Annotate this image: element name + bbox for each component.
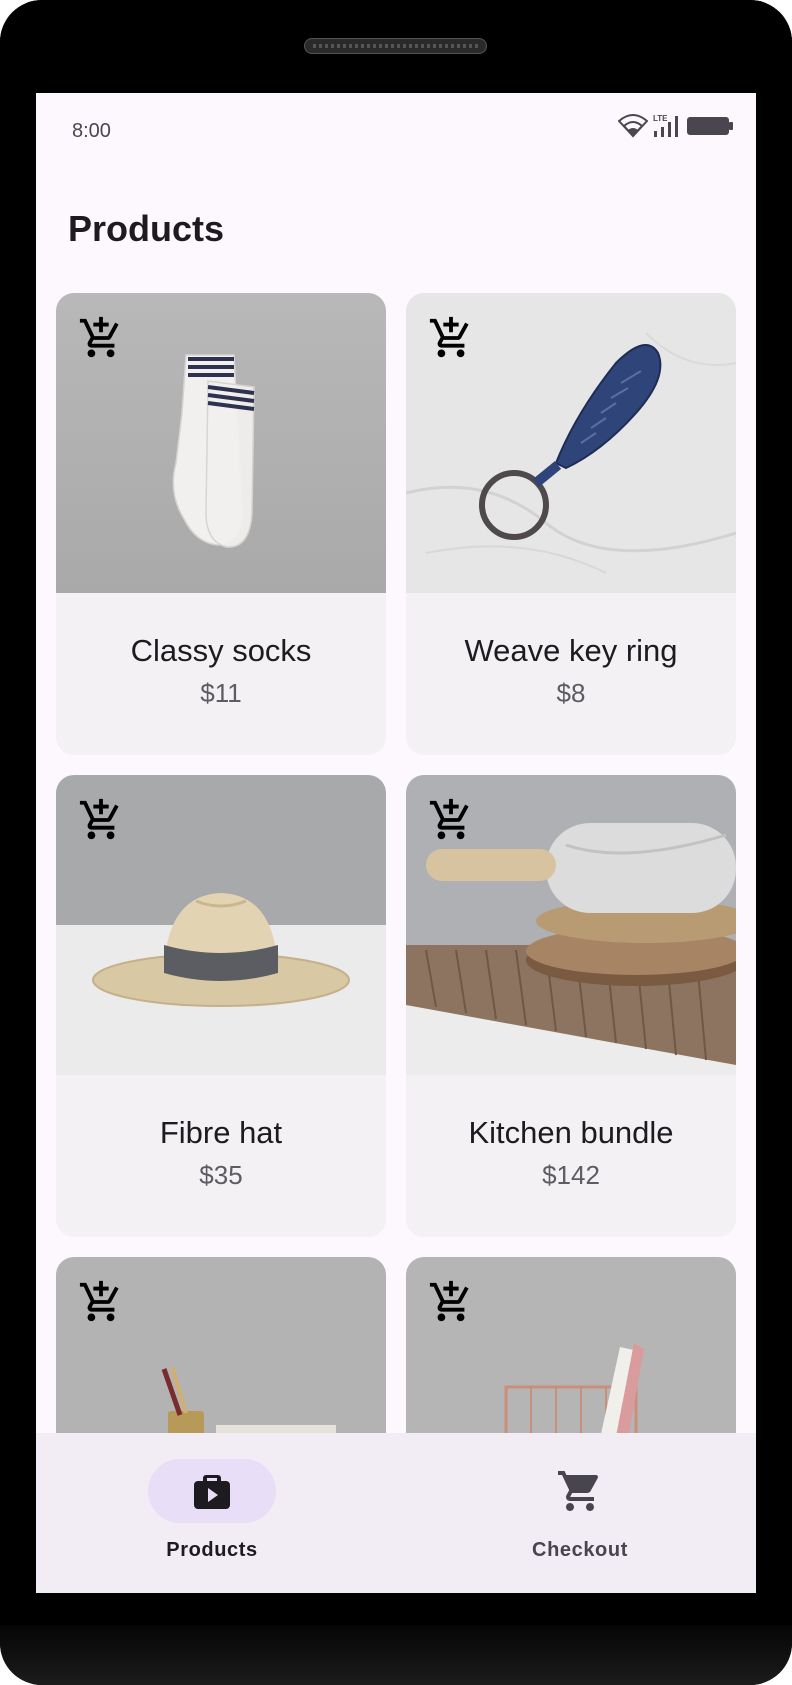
nav-item-products[interactable]: Products [36,1433,396,1593]
status-icons: LTE [618,113,734,139]
device-bottom-bezel [0,1625,792,1685]
network-type-label: LTE [653,114,668,123]
product-price: $8 [556,678,586,708]
shopping-cart-icon [558,1471,599,1511]
add-shopping-cart-icon[interactable] [78,315,124,361]
product-name: Classy socks [130,633,312,668]
nav-item-checkout[interactable]: Checkout [404,1433,756,1593]
product-name: Weave key ring [464,633,678,668]
status-bar: 8:00 LTE [36,93,756,165]
product-name: Fibre hat [159,1115,283,1150]
earpiece-speaker [304,38,487,54]
product-card[interactable]: Fibre hat $35 [56,775,386,1237]
app-screen: 8:00 LTE Products Classy socks $11 Weave… [36,93,756,1593]
add-shopping-cart-icon[interactable] [78,1279,124,1325]
add-shopping-cart-icon[interactable] [428,1279,474,1325]
product-price: $11 [200,678,242,708]
add-shopping-cart-icon[interactable] [428,315,474,361]
device-top-bezel [0,0,792,93]
page-title: Products [68,208,225,249]
nav-label-products: Products [166,1539,258,1561]
product-card[interactable]: Kitchen bundle $142 [406,775,736,1237]
nav-label-checkout: Checkout [532,1539,628,1561]
status-time: 8:00 [72,120,111,142]
bottom-navigation: Products Checkout [36,1433,756,1593]
product-price: $35 [199,1160,243,1190]
product-card[interactable]: Classy socks $11 [56,293,386,755]
add-shopping-cart-icon[interactable] [78,797,124,843]
product-price: $142 [542,1160,600,1190]
product-card[interactable]: Weave key ring $8 [406,293,736,755]
device-frame: 8:00 LTE Products Classy socks $11 Weave… [0,0,792,1685]
wifi-icon [618,114,648,138]
add-shopping-cart-icon[interactable] [428,797,474,843]
work-bag-icon [194,1475,230,1509]
cell-signal-icon: LTE [653,114,678,137]
battery-icon [687,117,733,135]
product-name: Kitchen bundle [468,1115,674,1150]
